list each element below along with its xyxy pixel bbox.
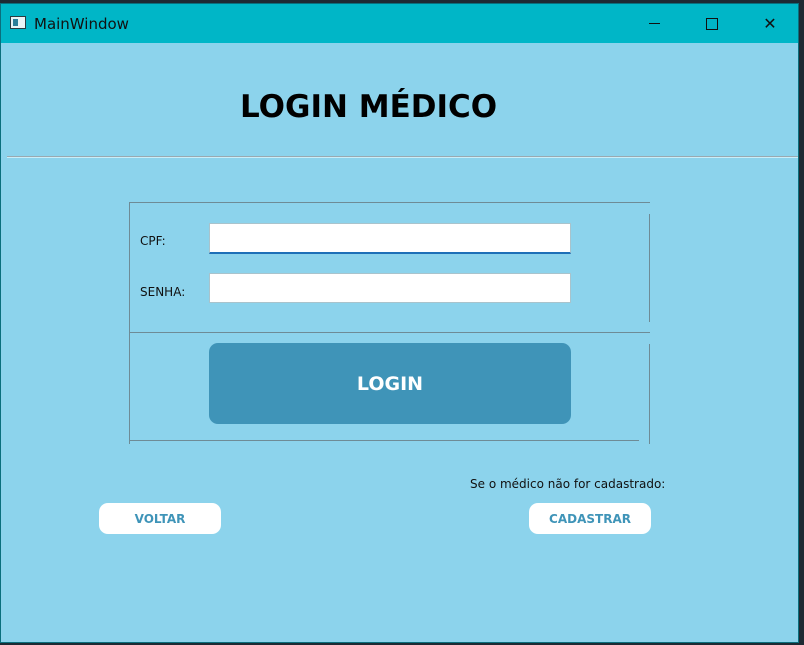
register-button[interactable]: CADASTRAR (529, 503, 651, 534)
frame-right-line-upper (649, 214, 650, 322)
frame-left-line (129, 202, 130, 444)
app-icon (10, 16, 26, 29)
maximize-button[interactable] (683, 4, 741, 43)
main-window: MainWindow ✕ LOGIN MÉDICO CPF: SENHA: LO… (0, 3, 799, 643)
cpf-input[interactable] (209, 223, 571, 254)
title-bar[interactable]: MainWindow ✕ (1, 4, 798, 43)
window-title: MainWindow (34, 15, 129, 33)
desktop-edge (799, 0, 804, 645)
senha-input[interactable] (209, 273, 571, 303)
minimize-icon (648, 23, 660, 24)
close-button[interactable]: ✕ (741, 4, 798, 43)
page-title: LOGIN MÉDICO (240, 89, 498, 125)
login-button[interactable]: LOGIN (209, 343, 571, 424)
back-button[interactable]: VOLTAR (99, 503, 221, 534)
maximize-icon (706, 17, 718, 30)
divider (7, 156, 798, 158)
register-note: Se o médico não for cadastrado: (470, 477, 666, 491)
minimize-button[interactable] (625, 4, 683, 43)
close-icon: ✕ (763, 14, 777, 33)
frame-bottom-line (129, 440, 639, 441)
frame-top-line (129, 202, 650, 203)
frame-right-line-lower (649, 344, 650, 444)
cpf-label: CPF: (140, 234, 166, 248)
frame-middle-line (129, 332, 650, 333)
senha-label: SENHA: (140, 285, 186, 299)
